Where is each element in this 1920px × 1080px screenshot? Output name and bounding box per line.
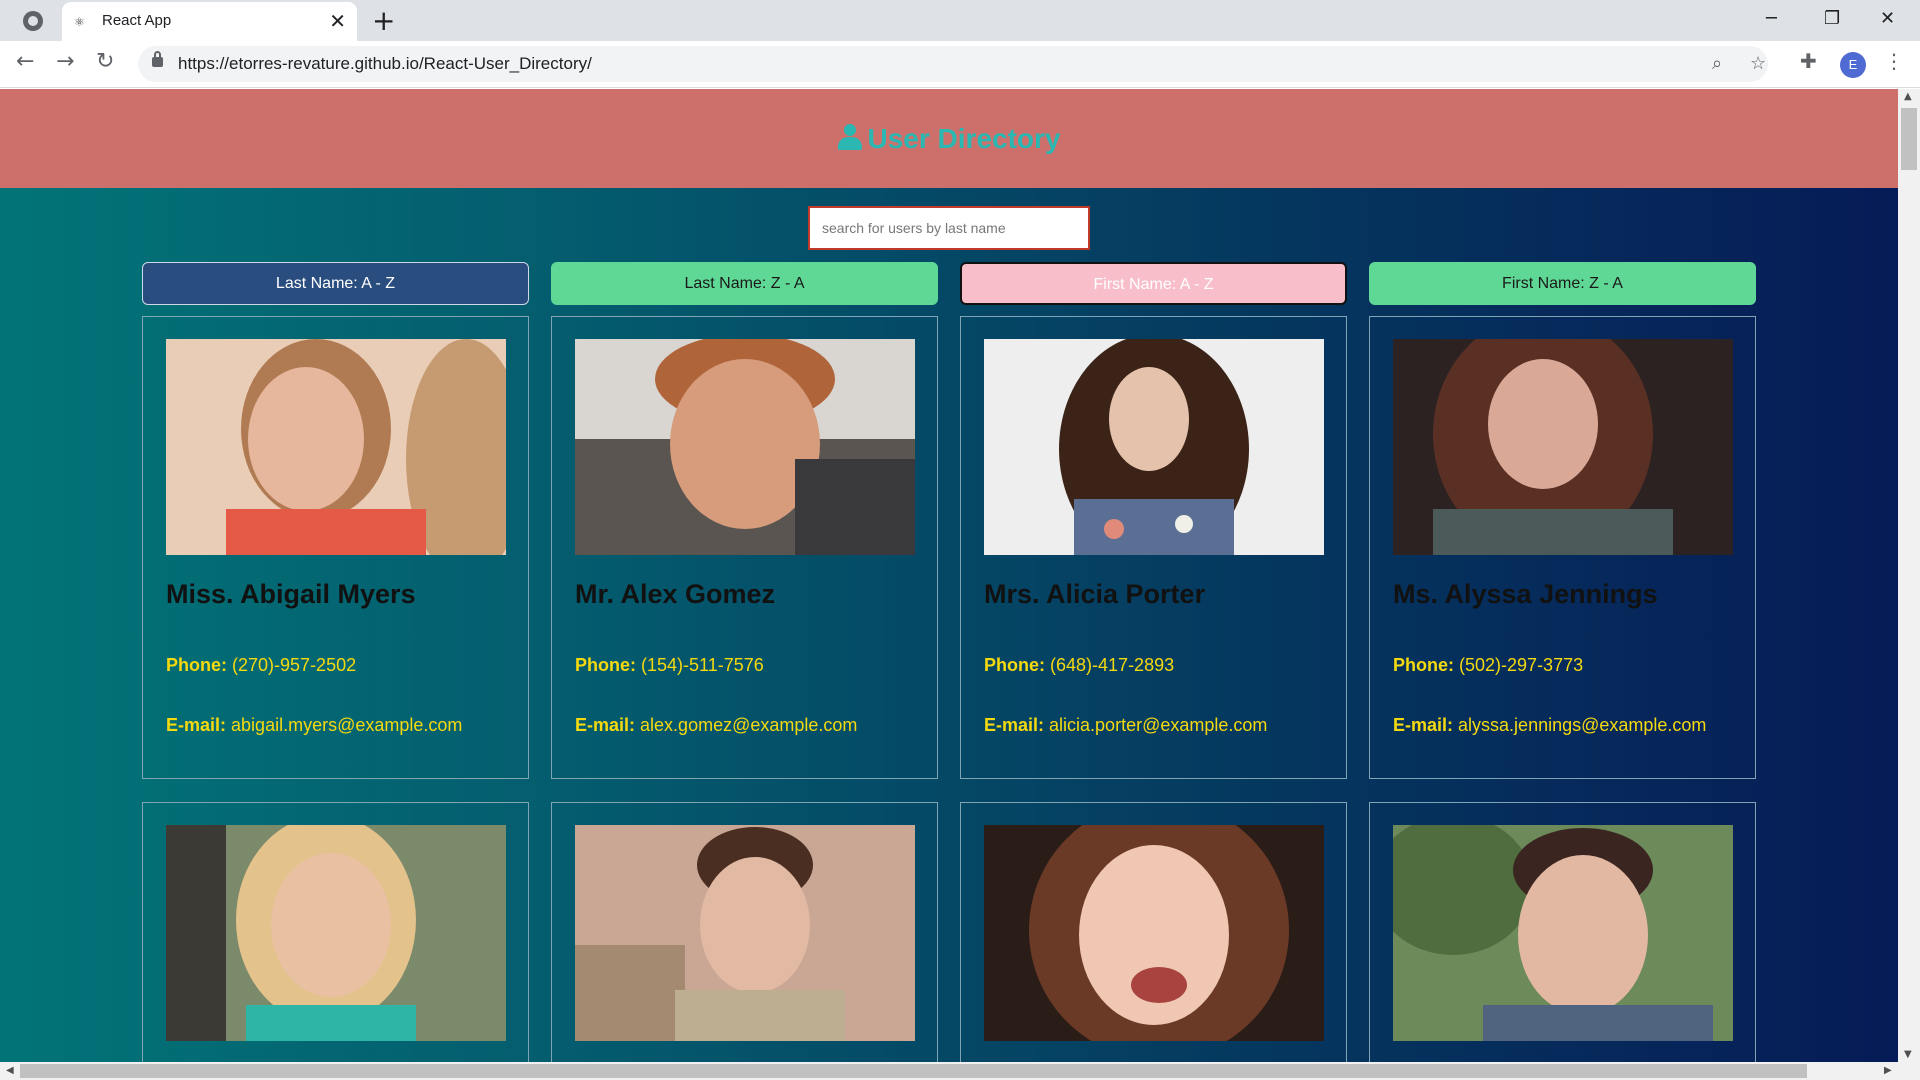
user-icon — [837, 124, 862, 150]
user-photo — [984, 825, 1324, 1041]
close-tab-icon[interactable]: ✕ — [329, 9, 346, 33]
address-bar[interactable]: https://etorres-revature.github.io/React… — [138, 46, 1768, 82]
restore-icon[interactable]: ❐ — [1824, 8, 1840, 29]
user-photo — [166, 825, 506, 1041]
sort-first-name-desc-button[interactable]: First Name: Z - A — [1369, 262, 1756, 305]
zoom-icon[interactable]: ⌕ — [1712, 53, 1722, 74]
user-photo — [575, 339, 915, 555]
phone-label: Phone: — [984, 655, 1045, 675]
search-input[interactable] — [808, 206, 1090, 250]
user-email: E-mail: alicia.porter@example.com — [984, 715, 1267, 736]
email-label: E-mail: — [984, 715, 1045, 735]
menu-icon[interactable]: ⋮ — [1884, 49, 1904, 73]
new-tab-button[interactable]: + — [372, 4, 395, 37]
extensions-icon[interactable]: ✚ — [1800, 49, 1817, 73]
user-card: Mrs. Alicia Porter Phone: (648)-417-2893… — [960, 316, 1347, 779]
horizontal-scroll-thumb[interactable] — [20, 1064, 1807, 1078]
user-email: E-mail: abigail.myers@example.com — [166, 715, 462, 736]
scroll-right-arrow-icon[interactable]: ▶ — [1884, 1065, 1892, 1076]
user-card — [551, 802, 938, 1062]
url-text[interactable]: https://etorres-revature.github.io/React… — [178, 54, 592, 74]
email-label: E-mail: — [575, 715, 636, 735]
react-favicon: ⚛ — [74, 15, 85, 29]
phone-value: (502)-297-3773 — [1459, 655, 1584, 675]
back-icon[interactable]: ← — [16, 49, 34, 74]
profile-avatar[interactable]: E — [1840, 52, 1866, 78]
email-value: abigail.myers@example.com — [231, 715, 463, 735]
sort-last-name-asc-button[interactable]: Last Name: A - Z — [142, 262, 529, 305]
user-email: E-mail: alex.gomez@example.com — [575, 715, 857, 736]
user-phone: Phone: (648)-417-2893 — [984, 655, 1174, 676]
browser-tab-bar: ⚛ React App ✕ + ─ ❐ ✕ — [0, 0, 1920, 41]
reload-icon[interactable]: ↻ — [96, 49, 114, 74]
page-title: User Directory — [0, 123, 1898, 155]
user-name: Miss. Abigail Myers — [166, 579, 416, 609]
page-title-text: User Directory — [867, 123, 1061, 154]
user-photo — [984, 339, 1324, 555]
window-close-icon[interactable]: ✕ — [1880, 8, 1895, 29]
vertical-scroll-thumb[interactable] — [1901, 108, 1917, 170]
user-photo — [575, 825, 915, 1041]
user-name: Ms. Alyssa Jennings — [1393, 579, 1658, 609]
sort-last-name-desc-button[interactable]: Last Name: Z - A — [551, 262, 938, 305]
scroll-down-arrow-icon[interactable]: ▼ — [1904, 1049, 1912, 1060]
email-label: E-mail: — [1393, 715, 1454, 735]
forward-icon[interactable]: → — [56, 49, 74, 74]
phone-value: (154)-511-7576 — [641, 655, 764, 675]
browser-tab[interactable]: ⚛ React App ✕ — [62, 2, 357, 41]
minimize-icon[interactable]: ─ — [1766, 8, 1777, 29]
user-card — [142, 802, 529, 1062]
user-card — [960, 802, 1347, 1062]
user-card: Ms. Alyssa Jennings Phone: (502)-297-377… — [1369, 316, 1756, 779]
email-value: alex.gomez@example.com — [640, 715, 858, 735]
phone-value: (648)-417-2893 — [1050, 655, 1175, 675]
user-phone: Phone: (502)-297-3773 — [1393, 655, 1583, 676]
user-phone: Phone: (270)-957-2502 — [166, 655, 356, 676]
lock-icon[interactable] — [152, 51, 163, 67]
phone-label: Phone: — [1393, 655, 1454, 675]
email-value: alicia.porter@example.com — [1049, 715, 1268, 735]
page-header: User Directory — [0, 89, 1898, 188]
globe-icon[interactable] — [23, 11, 43, 31]
user-email: E-mail: alyssa.jennings@example.com — [1393, 715, 1706, 736]
scroll-up-arrow-icon[interactable]: ▲ — [1904, 91, 1912, 102]
user-photo — [166, 339, 506, 555]
browser-toolbar: ← → ↻ https://etorres-revature.github.io… — [0, 41, 1920, 88]
scroll-left-arrow-icon[interactable]: ◀ — [6, 1065, 14, 1076]
page-viewport: User Directory Last Name: A - Z Last Nam… — [0, 89, 1898, 1062]
tab-title: React App — [102, 12, 172, 29]
user-phone: Phone: (154)-511-7576 — [575, 655, 764, 676]
user-photo — [1393, 825, 1733, 1041]
phone-value: (270)-957-2502 — [232, 655, 357, 675]
user-photo — [1393, 339, 1733, 555]
phone-label: Phone: — [575, 655, 636, 675]
user-card: Mr. Alex Gomez Phone: (154)-511-7576 E-m… — [551, 316, 938, 779]
star-icon[interactable]: ☆ — [1750, 53, 1766, 74]
user-name: Mrs. Alicia Porter — [984, 579, 1206, 609]
vertical-scrollbar[interactable] — [1898, 89, 1920, 1062]
email-label: E-mail: — [166, 715, 227, 735]
user-card: Miss. Abigail Myers Phone: (270)-957-250… — [142, 316, 529, 779]
user-name: Mr. Alex Gomez — [575, 579, 776, 609]
sort-first-name-asc-button[interactable]: First Name: A - Z — [960, 262, 1347, 305]
email-value: alyssa.jennings@example.com — [1458, 715, 1707, 735]
user-card — [1369, 802, 1756, 1062]
phone-label: Phone: — [166, 655, 227, 675]
